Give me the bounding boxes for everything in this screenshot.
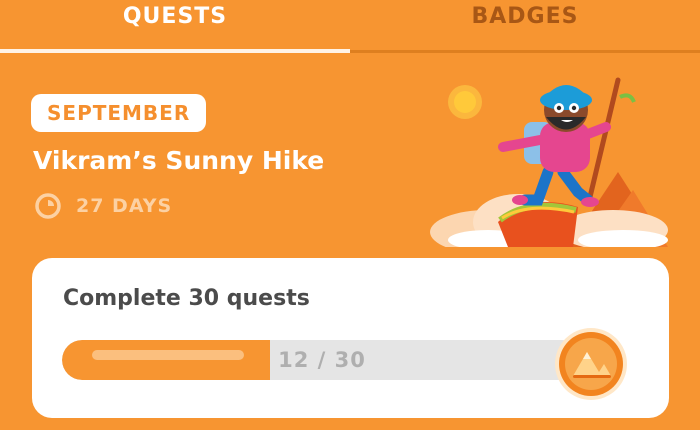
quest-progress-text: 12 / 30 (278, 348, 366, 372)
days-remaining-label: 27 DAYS (76, 195, 173, 217)
tab-quests[interactable]: QUESTS (0, 0, 350, 48)
mountain-badge-icon[interactable] (553, 326, 629, 402)
days-remaining: 27 DAYS (34, 192, 172, 220)
tab-badges[interactable]: BADGES (350, 0, 700, 48)
quest-title: Complete 30 quests (63, 286, 310, 311)
month-label: SEPTEMBER (47, 101, 191, 125)
timer-icon (35, 193, 61, 219)
hiker-illustration (430, 77, 668, 247)
tab-quests-label: QUESTS (122, 4, 228, 29)
tab-bar: QUESTS BADGES (0, 0, 700, 54)
quest-card[interactable]: Complete 30 quests 12 / 30 (32, 258, 669, 418)
tab-divider (350, 50, 700, 53)
tab-badges-label: BADGES (471, 4, 579, 29)
sun-icon (448, 85, 482, 119)
challenge-title: Vikram’s Sunny Hike (33, 146, 325, 175)
quest-progress-bar: 12 / 30 (62, 340, 582, 380)
month-badge: SEPTEMBER (31, 94, 207, 132)
active-tab-indicator (0, 49, 350, 53)
